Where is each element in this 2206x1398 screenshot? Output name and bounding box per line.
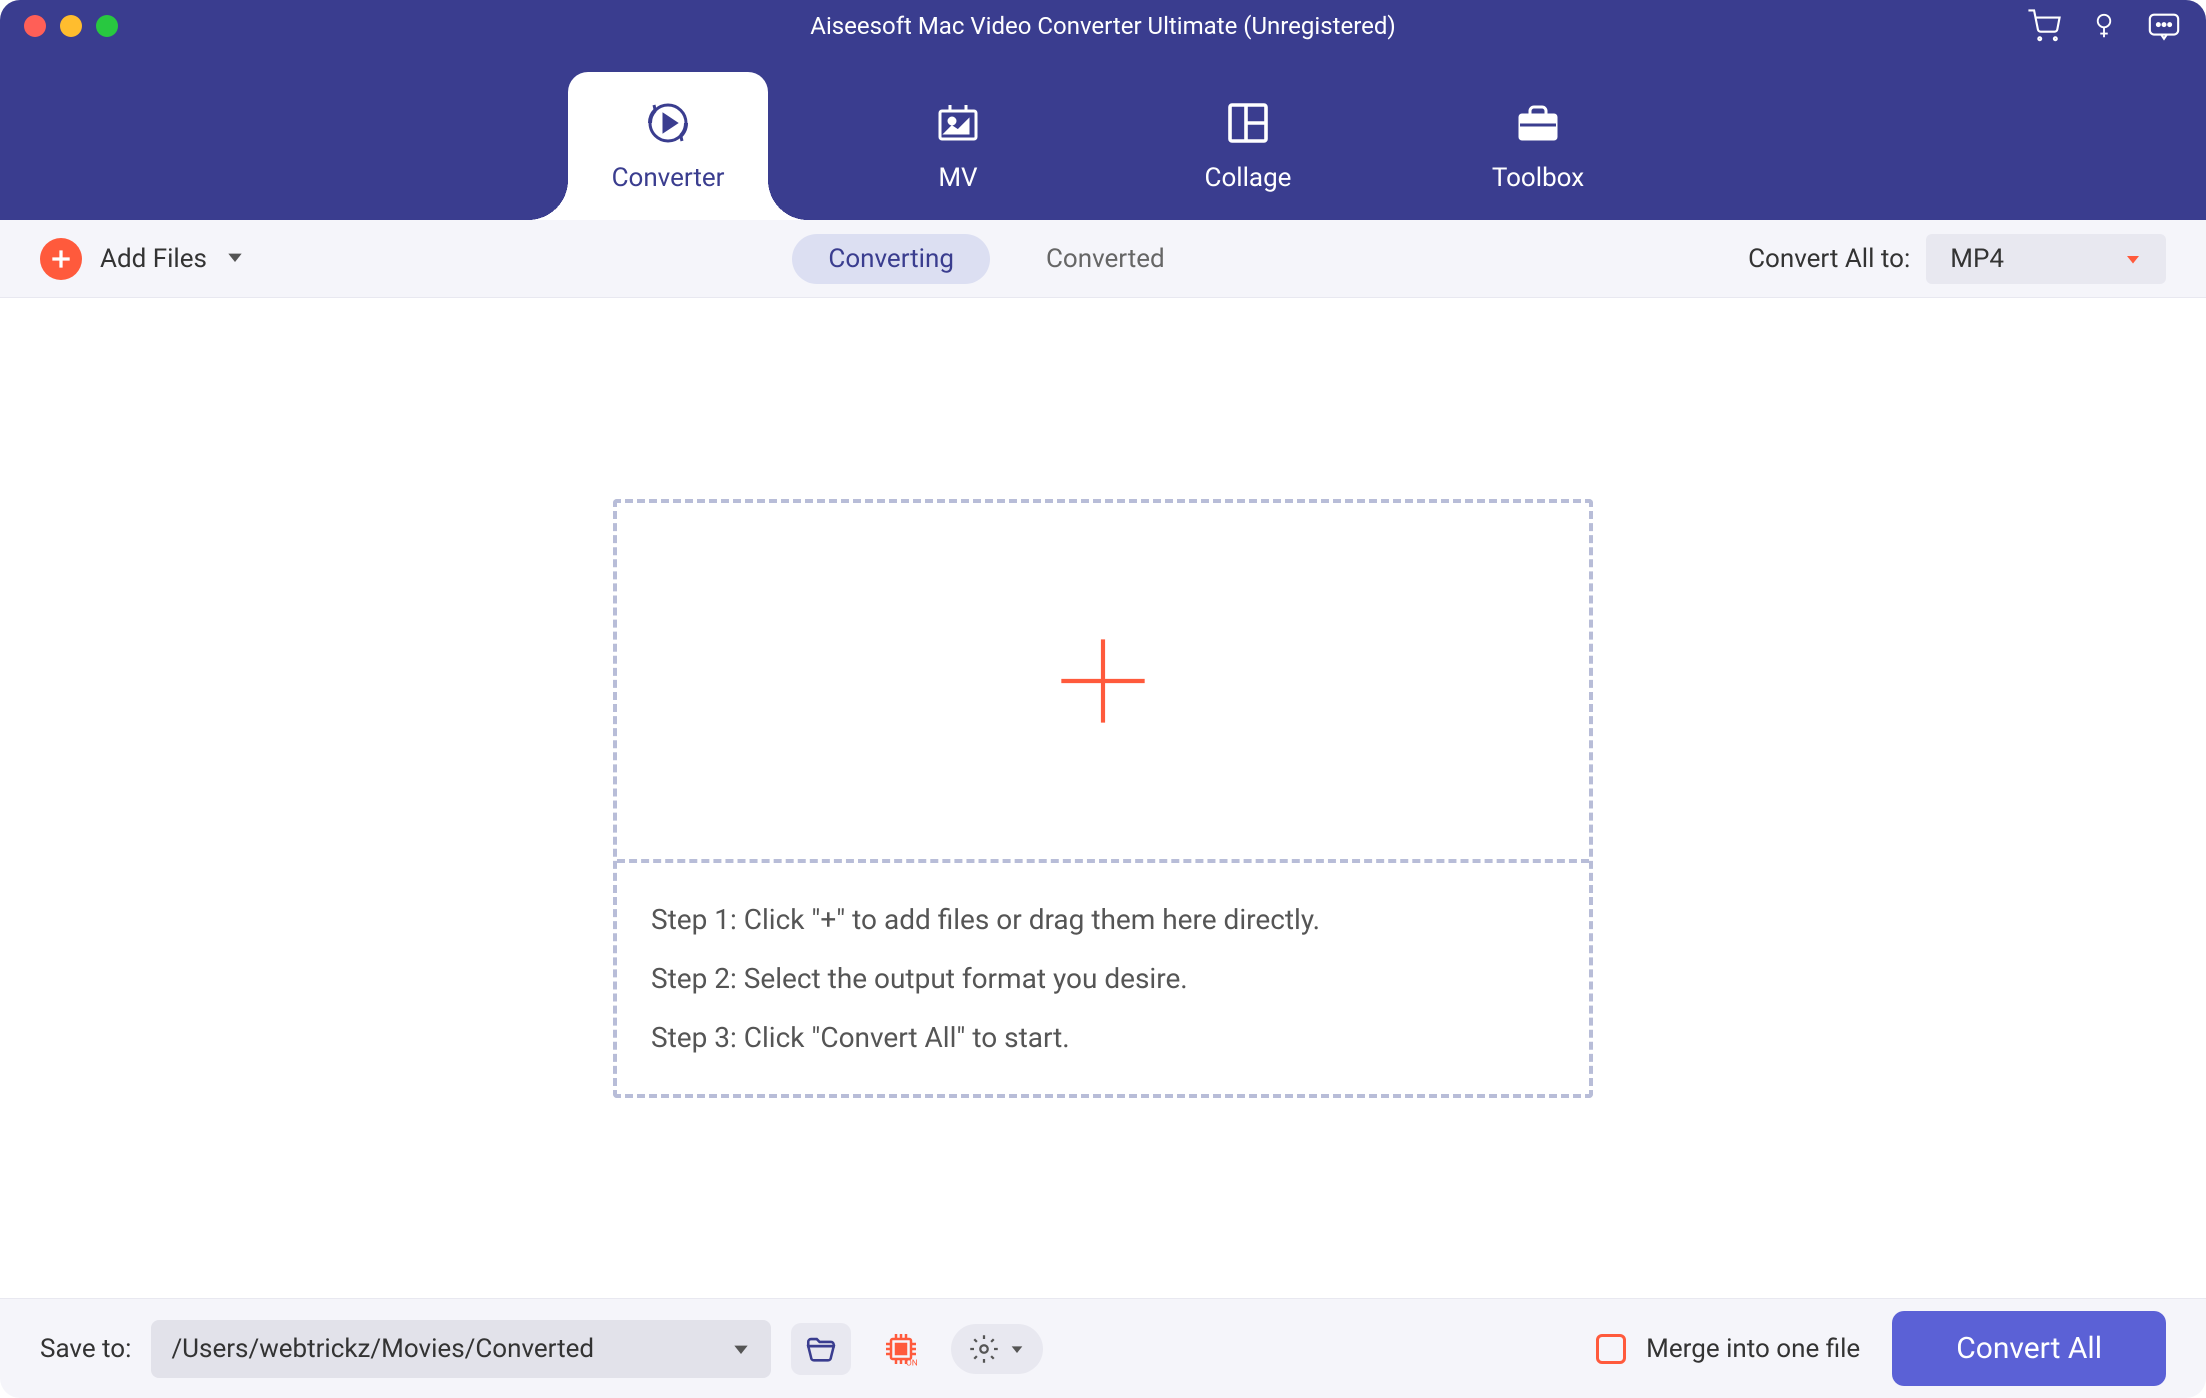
titlebar-actions	[2026, 8, 2182, 44]
add-files-dropdown[interactable]	[225, 247, 245, 271]
svg-text:ON: ON	[906, 1358, 918, 1368]
save-path-value: /Users/webtrickz/Movies/Converted	[171, 1334, 594, 1364]
chevron-down-icon	[731, 1339, 751, 1359]
chevron-down-icon	[1009, 1341, 1025, 1357]
add-files-button[interactable]	[40, 238, 82, 280]
open-folder-button[interactable]	[791, 1323, 851, 1375]
tab-mv[interactable]: MV	[858, 72, 1058, 220]
step-3: Step 3: Click "Convert All" to start.	[651, 1021, 1555, 1054]
tab-label: Converter	[612, 163, 725, 193]
tab-label: Toolbox	[1492, 163, 1584, 193]
step-2: Step 2: Select the output format you des…	[651, 962, 1555, 995]
dropzone-add-area[interactable]	[617, 503, 1589, 863]
convert-all-to-label: Convert All to:	[1748, 244, 1910, 274]
status-segments: Converting Converted	[792, 234, 1200, 284]
toolbar: Add Files Converting Converted Convert A…	[0, 220, 2206, 298]
minimize-window-button[interactable]	[60, 15, 82, 37]
chip-icon: ON	[881, 1329, 921, 1369]
mv-icon	[934, 99, 982, 147]
key-icon[interactable]	[2086, 8, 2122, 44]
tab-collage[interactable]: Collage	[1148, 72, 1348, 220]
format-select[interactable]: MP4	[1926, 234, 2166, 284]
main-area: Step 1: Click "+" to add files or drag t…	[0, 298, 2206, 1298]
merge-label: Merge into one file	[1646, 1334, 1860, 1364]
close-window-button[interactable]	[24, 15, 46, 37]
chevron-down-icon	[2124, 250, 2142, 268]
cart-icon[interactable]	[2026, 8, 2062, 44]
dropzone-steps: Step 1: Click "+" to add files or drag t…	[617, 863, 1589, 1094]
titlebar: Aiseesoft Mac Video Converter Ultimate (…	[0, 0, 2206, 220]
maximize-window-button[interactable]	[96, 15, 118, 37]
format-value: MP4	[1950, 244, 2004, 274]
toolbox-icon	[1514, 99, 1562, 147]
collage-icon	[1224, 99, 1272, 147]
segment-converted[interactable]: Converted	[1010, 234, 1201, 284]
save-to-label: Save to:	[40, 1334, 131, 1364]
titlebar-top: Aiseesoft Mac Video Converter Ultimate (…	[0, 0, 2206, 52]
gpu-acceleration-button[interactable]: ON	[871, 1323, 931, 1375]
tab-label: MV	[938, 163, 977, 193]
gear-icon	[969, 1334, 999, 1364]
folder-icon	[804, 1332, 838, 1366]
add-files-label[interactable]: Add Files	[100, 244, 207, 274]
feedback-icon[interactable]	[2146, 8, 2182, 44]
segment-converting[interactable]: Converting	[792, 234, 990, 284]
traffic-lights	[24, 15, 118, 37]
tab-label: Collage	[1205, 163, 1292, 193]
main-tabs: Converter MV	[0, 52, 2206, 220]
step-1: Step 1: Click "+" to add files or drag t…	[651, 903, 1555, 936]
bottom-bar: Save to: /Users/webtrickz/Movies/Convert…	[0, 1298, 2206, 1398]
toolbar-right: Convert All to: MP4	[1748, 234, 2166, 284]
window-title: Aiseesoft Mac Video Converter Ultimate (…	[810, 12, 1395, 40]
convert-all-button[interactable]: Convert All	[1892, 1311, 2166, 1386]
tab-toolbox[interactable]: Toolbox	[1438, 72, 1638, 220]
plus-icon	[1053, 631, 1153, 731]
converter-icon	[644, 99, 692, 147]
toolbar-left: Add Files	[40, 238, 245, 280]
dropzone: Step 1: Click "+" to add files or drag t…	[613, 499, 1593, 1098]
merge-checkbox[interactable]	[1596, 1334, 1626, 1364]
app-window: Aiseesoft Mac Video Converter Ultimate (…	[0, 0, 2206, 1398]
settings-button[interactable]	[951, 1324, 1043, 1374]
save-path-select[interactable]: /Users/webtrickz/Movies/Converted	[151, 1320, 771, 1378]
tab-converter[interactable]: Converter	[568, 72, 768, 220]
